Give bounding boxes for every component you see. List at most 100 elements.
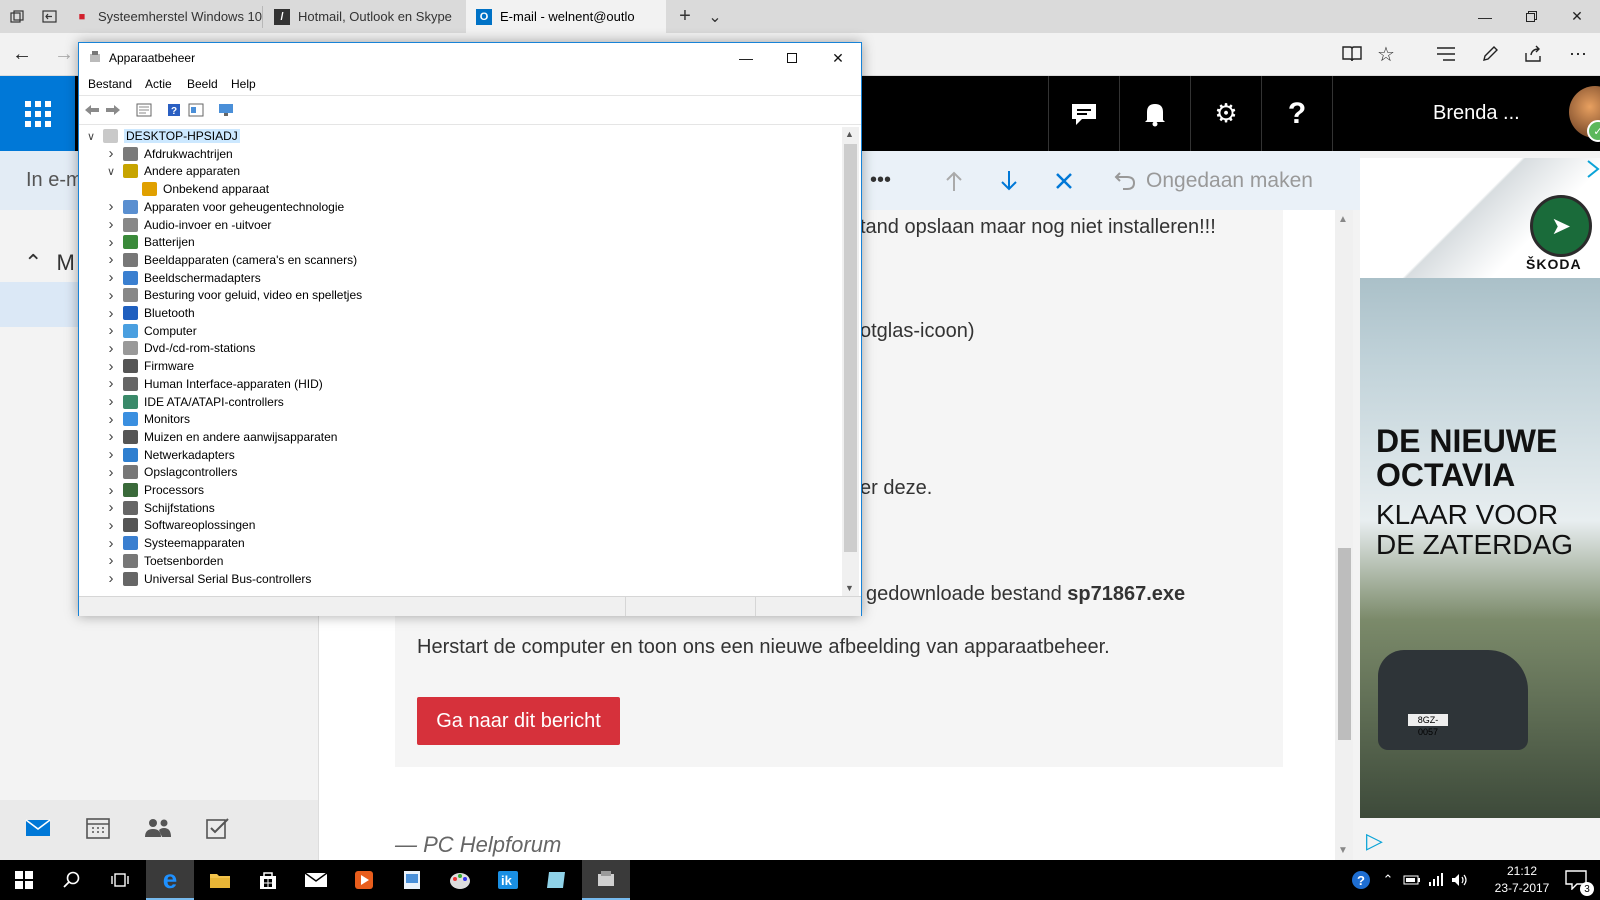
close-x-icon[interactable] (1054, 151, 1074, 210)
tab-hotmail[interactable]: / Hotmail, Outlook en Skype (264, 0, 464, 33)
toolbar-scan-hardware-icon[interactable] (217, 101, 235, 118)
chevron-right-icon[interactable]: › (105, 552, 117, 569)
scroll-down-arrow-icon[interactable]: ▼ (1338, 845, 1348, 856)
tree-item[interactable]: › Systeemapparaten (105, 534, 245, 552)
calendar-icon[interactable] (78, 808, 118, 848)
tree-item[interactable]: › IDE ATA/ATAPI-controllers (105, 393, 284, 411)
chevron-right-icon[interactable]: › (105, 340, 117, 357)
file-explorer-icon[interactable] (196, 860, 244, 900)
new-tab-button[interactable]: + (670, 0, 700, 33)
chevron-right-icon[interactable]: › (105, 411, 117, 428)
menu-help[interactable]: Help (231, 77, 256, 91)
toolbar-forward-icon[interactable] (104, 101, 122, 118)
toolbar-properties-icon[interactable] (135, 101, 153, 118)
tree-item[interactable]: Onbekend apparaat (124, 180, 269, 198)
web-note-pen-icon[interactable] (1472, 33, 1508, 75)
reading-scrollbar[interactable] (1335, 210, 1353, 860)
tab-systeemherstel[interactable]: ■ Systeemherstel Windows 10 (66, 0, 262, 33)
tree-item[interactable]: › Beeldapparaten (camera's en scanners) (105, 251, 358, 269)
edge-browser-icon[interactable]: e (146, 860, 194, 900)
action-center-icon[interactable]: 3 (1552, 860, 1600, 900)
scroll-up-arrow-icon[interactable]: ▲ (1338, 214, 1348, 225)
chevron-right-icon[interactable]: › (105, 464, 117, 481)
device-manager-titlebar[interactable]: Apparaatbeheer — ✕ (79, 43, 861, 73)
tree-item[interactable]: › Universal Serial Bus-controllers (105, 570, 312, 588)
app-launcher-icon[interactable] (0, 76, 75, 151)
chevron-down-icon[interactable]: ∨ (105, 165, 117, 178)
mail-app-icon[interactable] (292, 860, 340, 900)
tree-scrollbar-thumb[interactable] (844, 144, 857, 552)
hub-icon[interactable] (1428, 33, 1464, 75)
tree-item[interactable]: › Apparaten voor geheugentechnologie (105, 198, 345, 216)
chevron-right-icon[interactable]: › (105, 287, 117, 304)
chevron-right-icon[interactable]: › (105, 251, 117, 268)
chevron-right-icon[interactable]: › (105, 216, 117, 233)
tree-item[interactable]: › Softwareoplossingen (105, 516, 256, 534)
media-player-icon[interactable] (340, 860, 388, 900)
tree-item[interactable]: › Besturing voor geluid, video en spellet… (105, 286, 363, 304)
battery-icon[interactable] (1400, 860, 1424, 900)
tab-list-button[interactable]: ⌄ (700, 0, 730, 33)
tree-item[interactable]: › Batterijen (105, 233, 195, 251)
start-windows-icon[interactable] (0, 860, 48, 900)
adchoices-icon[interactable]: ▷ (1366, 828, 1383, 854)
tree-item[interactable]: › Computer (105, 322, 197, 340)
chevron-right-icon[interactable]: › (105, 517, 117, 534)
chevron-right-icon[interactable]: › (105, 393, 117, 410)
tree-item[interactable]: › Schijfstations (105, 499, 215, 517)
dm-close-button[interactable]: ✕ (815, 43, 861, 73)
device-manager-taskbar-icon[interactable] (582, 860, 630, 900)
tree-item[interactable]: › Monitors (105, 410, 191, 428)
search-icon[interactable] (48, 860, 96, 900)
tree-item[interactable]: › Bluetooth (105, 304, 195, 322)
set-aside-tabs-icon[interactable] (34, 0, 64, 33)
tree-root[interactable]: ∨ DESKTOP-HPSIADJ (85, 127, 240, 145)
restore-button[interactable] (1508, 0, 1554, 33)
photos-app-icon[interactable] (388, 860, 436, 900)
people-icon[interactable] (138, 808, 178, 848)
chevron-right-icon[interactable]: › (105, 145, 117, 162)
chevron-right-icon[interactable]: › (105, 198, 117, 215)
previous-up-arrow-icon[interactable] (944, 151, 964, 210)
chevron-right-icon[interactable]: › (105, 499, 117, 516)
mail-icon[interactable] (18, 808, 58, 848)
feedback-chat-icon[interactable] (1048, 76, 1119, 151)
system-clock[interactable]: 21:12 23-7-2017 (1492, 863, 1552, 897)
tree-item[interactable]: › Human Interface-apparaten (HID) (105, 375, 323, 393)
tree-item[interactable]: › Muizen en andere aanwijsapparaten (105, 428, 338, 446)
help-icon[interactable]: ? (1261, 76, 1332, 151)
tasks-icon[interactable] (198, 808, 238, 848)
tree-item[interactable]: › Afdrukwachtrijen (105, 145, 233, 163)
next-down-arrow-icon[interactable] (999, 151, 1019, 210)
more-options-icon[interactable]: ⋯ (1560, 33, 1596, 75)
favorite-star-icon[interactable]: ☆ (1368, 33, 1404, 75)
chevron-right-icon[interactable]: › (105, 305, 117, 322)
wifi-icon[interactable] (1424, 860, 1448, 900)
store-icon[interactable] (244, 860, 292, 900)
back-arrow-icon[interactable]: ← (4, 33, 40, 75)
ad-info-icon[interactable] (1586, 160, 1600, 178)
tree-item[interactable]: › Beeldschermadapters (105, 269, 261, 287)
volume-icon[interactable] (1448, 860, 1472, 900)
chevron-right-icon[interactable]: › (105, 446, 117, 463)
ik-app-icon[interactable]: ik (484, 860, 532, 900)
undo-button[interactable]: Ongedaan maken (1114, 151, 1313, 210)
tree-item[interactable]: › Toetsenborden (105, 552, 224, 570)
minimize-button[interactable]: — (1462, 0, 1508, 33)
chevron-right-icon[interactable]: › (105, 570, 117, 587)
chevron-right-icon[interactable]: › (105, 375, 117, 392)
chevron-right-icon[interactable]: › (105, 234, 117, 251)
reading-view-icon[interactable] (1334, 33, 1370, 75)
chevron-right-icon[interactable]: › (105, 535, 117, 552)
tree-scroll-down-icon[interactable]: ▼ (845, 583, 854, 593)
more-actions-button[interactable]: ••• (870, 151, 891, 210)
tree-item[interactable]: › Dvd-/cd-rom-stations (105, 339, 256, 357)
tree-item[interactable]: › Audio-invoer en -uitvoer (105, 216, 272, 234)
menu-actie[interactable]: Actie (145, 77, 172, 91)
task-view-icon[interactable] (96, 860, 144, 900)
share-icon[interactable] (1516, 33, 1552, 75)
forward-arrow-icon[interactable]: → (46, 33, 82, 75)
toolbar-help-icon[interactable]: ? (165, 101, 183, 118)
settings-gear-icon[interactable]: ⚙ (1190, 76, 1261, 151)
tab-actions-icon[interactable] (0, 0, 34, 33)
